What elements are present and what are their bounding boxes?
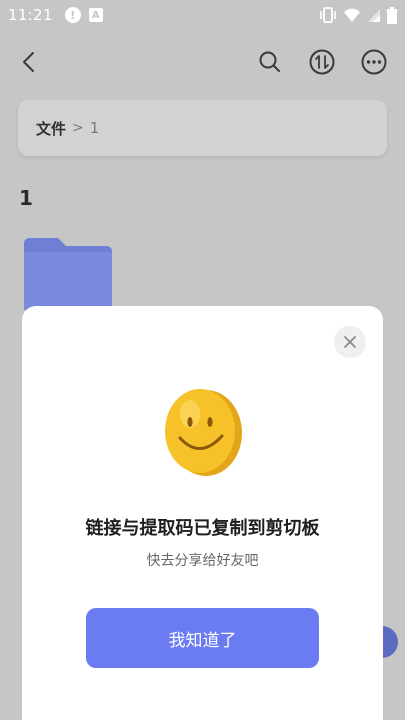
- more-icon[interactable]: [360, 48, 388, 76]
- dialog-subtitle: 快去分享给好友吧: [146, 553, 259, 569]
- smiley-icon: [165, 389, 242, 476]
- breadcrumb-current: 1: [89, 119, 100, 137]
- wifi-icon: [344, 8, 360, 22]
- close-button[interactable]: [334, 326, 366, 358]
- back-icon[interactable]: [18, 50, 42, 74]
- sort-icon[interactable]: [308, 48, 336, 76]
- search-icon[interactable]: [256, 48, 284, 76]
- dialog-title: 链接与提取码已复制到剪切板: [85, 518, 320, 539]
- close-icon: [344, 336, 356, 348]
- status-right-icons: [319, 6, 397, 24]
- status-bar: 11:21 ! A: [0, 0, 405, 30]
- breadcrumb-root[interactable]: 文件: [36, 118, 66, 139]
- status-left-icons: ! A: [64, 7, 103, 23]
- a-icon: A: [88, 8, 103, 22]
- battery-icon: [387, 6, 397, 24]
- folder-icon[interactable]: [24, 238, 112, 310]
- top-toolbar: [0, 30, 405, 94]
- signal-icon: [368, 9, 380, 22]
- status-time: 11:21: [8, 6, 53, 24]
- vibrate-icon: [320, 7, 336, 23]
- share-success-dialog: 链接与提取码已复制到剪切板 快去分享给好友吧 我知道了: [22, 306, 383, 720]
- breadcrumb: 文件 > 1: [18, 100, 387, 156]
- alert-icon: !: [64, 7, 81, 23]
- breadcrumb-separator: >: [72, 120, 84, 136]
- confirm-button[interactable]: 我知道了: [86, 608, 319, 668]
- section-title: 1: [19, 186, 33, 210]
